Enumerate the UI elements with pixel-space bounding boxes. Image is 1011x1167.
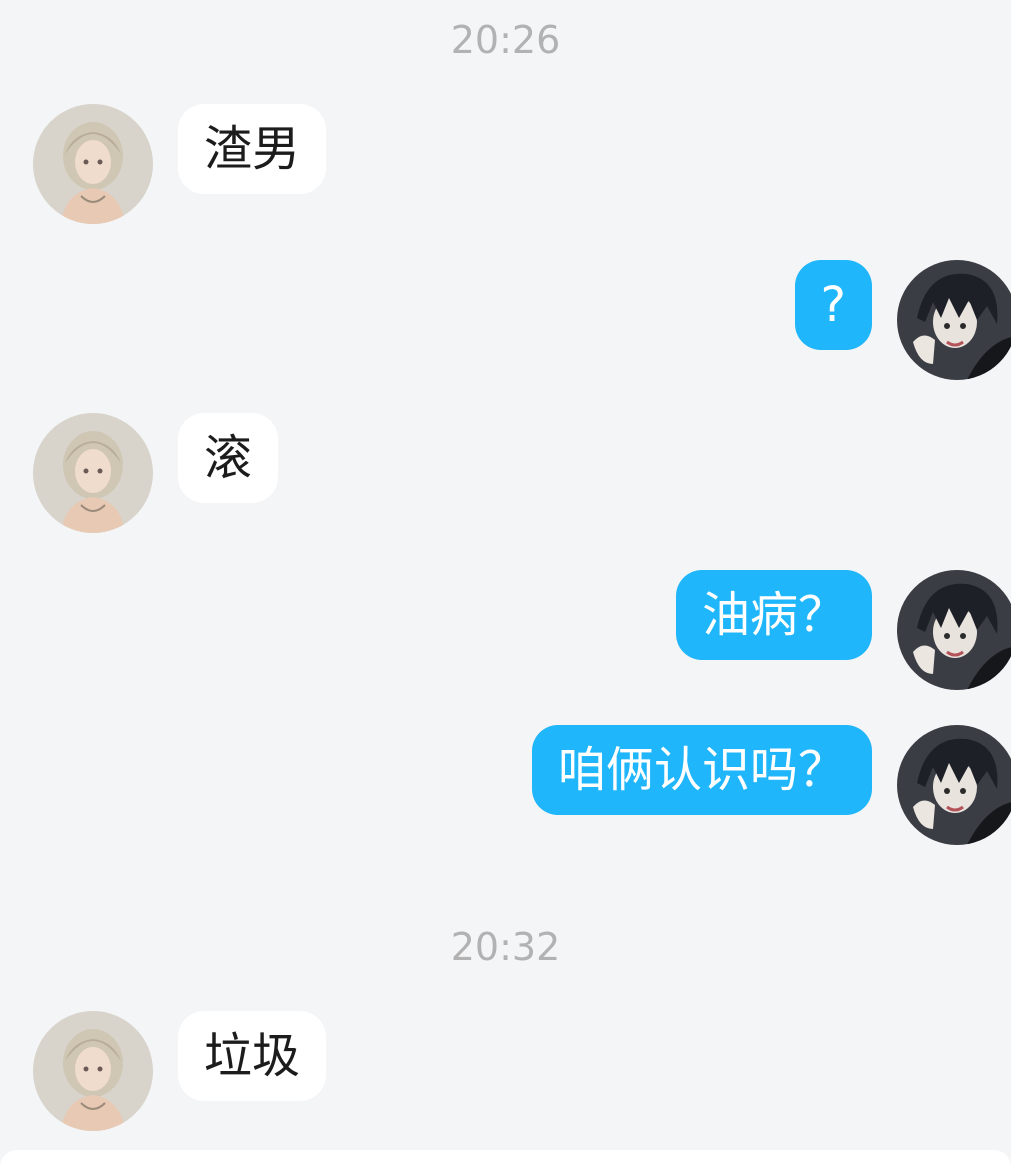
boy-avatar-icon [897, 725, 1011, 845]
girl-avatar-icon [33, 413, 153, 533]
contact-avatar[interactable] [33, 1011, 153, 1131]
message-bubble-incoming[interactable]: 滚 [178, 413, 279, 503]
message-bubble-outgoing[interactable]: 油病？ [675, 570, 872, 660]
message-bubble-outgoing[interactable]: ? [794, 260, 872, 350]
contact-avatar[interactable] [33, 104, 153, 224]
girl-avatar-icon [33, 1011, 153, 1131]
self-avatar[interactable] [897, 725, 1011, 845]
chat-area: 20:26 渣男 ? 滚 油病？ 咱俩认识吗？ 20:32 垃圾 [0, 0, 1011, 1150]
contact-avatar[interactable] [33, 413, 153, 533]
message-bubble-outgoing[interactable]: 咱俩认识吗？ [531, 725, 872, 815]
girl-avatar-icon [33, 104, 153, 224]
boy-avatar-icon [897, 570, 1011, 690]
message-bubble-incoming[interactable]: 垃圾 [178, 1011, 327, 1101]
boy-avatar-icon [897, 260, 1011, 380]
timestamp: 20:26 [450, 18, 561, 62]
self-avatar[interactable] [897, 260, 1011, 380]
message-bubble-incoming[interactable]: 渣男 [178, 104, 327, 194]
self-avatar[interactable] [897, 570, 1011, 690]
input-bar[interactable] [0, 1150, 1011, 1167]
timestamp: 20:32 [450, 925, 561, 969]
